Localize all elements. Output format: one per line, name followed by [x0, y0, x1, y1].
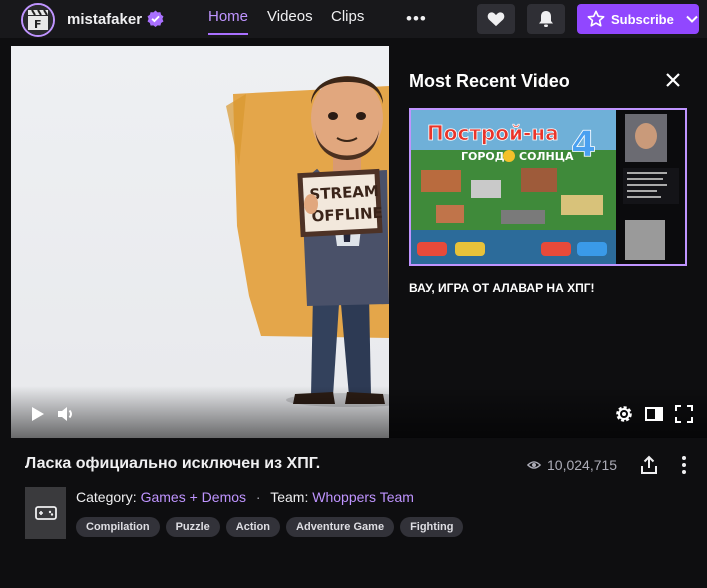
tag-action[interactable]: Action [225, 517, 281, 537]
recent-video-thumbnail[interactable]: Построй-на 4 ГОРОД СОЛНЦА [409, 108, 687, 266]
stream-title: Ласка официально исключен из ХПГ. [25, 455, 321, 472]
volume-icon[interactable] [56, 404, 76, 424]
star-icon [587, 10, 605, 27]
tab-home[interactable]: Home [208, 8, 249, 38]
stream-meta: Category: Games + Demos · Team: Whoppers… [76, 489, 414, 505]
clapperboard-icon: F [23, 5, 53, 35]
tag-fighting[interactable]: Fighting [400, 517, 464, 537]
video-player[interactable]: STREAM OFFLINE Most Recent Video Построй… [11, 46, 707, 438]
svg-text:F: F [34, 18, 42, 31]
play-icon[interactable] [27, 404, 47, 424]
gamepad-icon [34, 506, 57, 520]
offline-sign-line1: STREAM [309, 182, 379, 204]
channel-header: F mistafaker Home Videos Clips ••• Subsc… [0, 0, 707, 38]
game-thumbnail-art: Построй-на 4 ГОРОД СОЛНЦА [411, 110, 685, 264]
eye-icon [527, 461, 541, 469]
player-controls [11, 386, 707, 438]
theatre-mode-icon[interactable] [644, 404, 664, 424]
tag-list: Compilation Puzzle Action Adventure Game… [76, 517, 464, 537]
follow-button[interactable] [477, 4, 515, 34]
tag-adventure-game[interactable]: Adventure Game [286, 517, 395, 537]
thumb-title-text: Построй-на [427, 121, 559, 145]
chevron-down-icon [686, 15, 698, 23]
thumb-subtitle-text: ГОРОД [461, 150, 505, 163]
share-icon[interactable] [639, 455, 659, 475]
category-link[interactable]: Games + Demos [141, 489, 246, 505]
team-label: Team: [270, 489, 309, 505]
bell-icon [539, 11, 553, 27]
category-boxart[interactable] [25, 487, 66, 539]
thumb-subtitle2-text: СОЛНЦА [519, 150, 574, 163]
channel-name[interactable]: mistafaker [67, 11, 142, 28]
subscribe-label: Subscribe [611, 11, 674, 27]
team-link[interactable]: Whoppers Team [312, 489, 414, 505]
offline-illustration: STREAM OFFLINE [226, 76, 389, 407]
meta-separator: · [255, 489, 261, 505]
recent-video-panel: Most Recent Video Построй-на 4 ГОРОД СОЛ… [389, 46, 707, 438]
settings-gear-icon[interactable] [614, 404, 634, 424]
recent-video-caption[interactable]: ВАУ, ИГРА ОТ АЛАВАР НА ХПГ! [409, 281, 595, 295]
tab-videos[interactable]: Videos [267, 8, 313, 38]
thumb-number-text: 4 [571, 124, 596, 165]
fullscreen-icon[interactable] [674, 404, 694, 424]
more-vertical-icon[interactable] [676, 455, 692, 475]
subscribe-button[interactable]: Subscribe [577, 4, 699, 34]
tag-puzzle[interactable]: Puzzle [165, 517, 220, 537]
offline-sign-line2: OFFLINE [311, 204, 383, 226]
verified-badge-icon [147, 10, 164, 27]
category-label: Category: [76, 489, 137, 505]
heart-icon [487, 12, 505, 27]
offline-screen: STREAM OFFLINE [11, 46, 389, 438]
close-icon[interactable] [665, 72, 681, 88]
more-options-icon[interactable]: ••• [406, 9, 427, 29]
panel-title: Most Recent Video [409, 71, 570, 91]
tab-clips[interactable]: Clips [331, 8, 364, 38]
notifications-button[interactable] [527, 4, 565, 34]
tag-compilation[interactable]: Compilation [76, 517, 160, 537]
channel-avatar[interactable]: F [21, 3, 55, 37]
view-count: 10,024,715 [547, 457, 618, 473]
